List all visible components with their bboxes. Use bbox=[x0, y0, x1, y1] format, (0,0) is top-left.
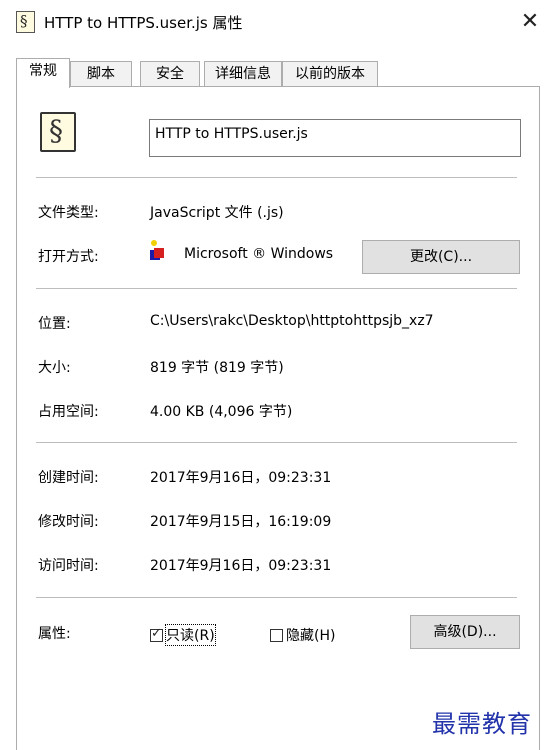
modified-value: 2017年9月15日，16:19:09 bbox=[150, 514, 332, 530]
userscript-file-icon bbox=[40, 112, 76, 152]
title-bar: HTTP to HTTPS.user.js 属性 ✕ bbox=[0, 0, 555, 44]
userscript-file-icon bbox=[16, 11, 35, 33]
tab-script[interactable]: 脚本 bbox=[70, 61, 132, 87]
hidden-label: 隐藏(H) bbox=[286, 628, 336, 644]
accessed-label: 访问时间: bbox=[38, 558, 99, 574]
tab-general[interactable]: 常规 bbox=[16, 58, 70, 88]
created-value: 2017年9月16日，09:23:31 bbox=[150, 470, 332, 486]
tab-details[interactable]: 详细信息 bbox=[204, 61, 282, 87]
divider bbox=[36, 177, 517, 178]
window-title: HTTP to HTTPS.user.js 属性 bbox=[44, 14, 243, 32]
opens-with-value: Microsoft ® Windows bbox=[184, 246, 334, 262]
file-type-value: JavaScript 文件 (.js) bbox=[150, 205, 284, 221]
created-label: 创建时间: bbox=[38, 470, 99, 486]
tab-security[interactable]: 安全 bbox=[140, 61, 200, 87]
windows-script-host-icon bbox=[150, 240, 168, 264]
tab-strip: 常规 脚本 安全 详细信息 以前的版本 bbox=[16, 58, 540, 88]
size-on-disk-value: 4.00 KB (4,096 字节) bbox=[150, 404, 293, 420]
location-value: C:\Users\rakc\Desktop\httptohttpsjb_xz7 bbox=[150, 313, 434, 329]
divider bbox=[36, 288, 517, 289]
readonly-checkbox[interactable]: 只读(R) bbox=[150, 624, 216, 646]
file-name-field[interactable]: HTTP to HTTPS.user.js bbox=[149, 119, 521, 157]
location-label: 位置: bbox=[38, 316, 71, 332]
divider bbox=[36, 597, 517, 598]
change-button[interactable]: 更改(C)... bbox=[362, 240, 520, 274]
opens-with-label: 打开方式: bbox=[38, 249, 99, 265]
hidden-checkbox[interactable]: 隐藏(H) bbox=[270, 625, 335, 645]
advanced-button[interactable]: 高级(D)... bbox=[410, 615, 520, 649]
divider bbox=[36, 442, 517, 443]
accessed-value: 2017年9月16日，09:23:31 bbox=[150, 558, 332, 574]
close-button[interactable]: ✕ bbox=[514, 6, 546, 38]
readonly-label: 只读(R) bbox=[165, 624, 216, 646]
file-type-label: 文件类型: bbox=[38, 205, 99, 221]
size-value: 819 字节 (819 字节) bbox=[150, 360, 284, 376]
attributes-label: 属性: bbox=[38, 626, 71, 642]
hidden-checkbox-box[interactable] bbox=[270, 628, 283, 642]
modified-label: 修改时间: bbox=[38, 514, 99, 530]
size-label: 大小: bbox=[38, 360, 71, 376]
readonly-checkbox-box[interactable] bbox=[150, 626, 163, 642]
size-on-disk-label: 占用空间: bbox=[38, 404, 99, 420]
watermark: 最需教育 bbox=[432, 710, 532, 738]
tab-previous-versions[interactable]: 以前的版本 bbox=[282, 61, 378, 87]
